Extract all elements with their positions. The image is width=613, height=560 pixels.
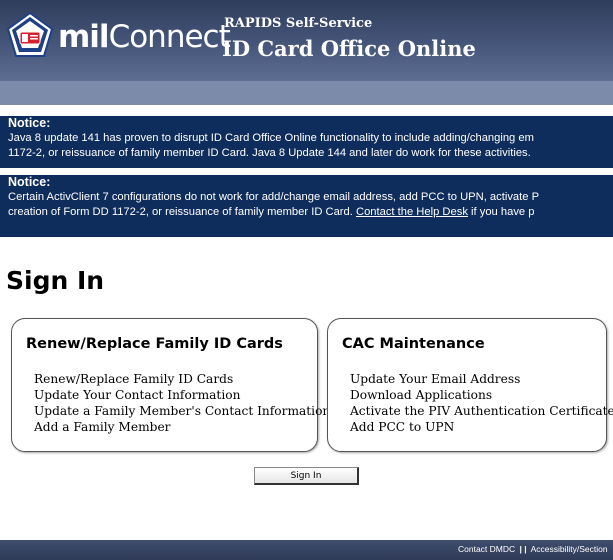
contact-dmdc-link[interactable]: Contact DMDC [458,544,515,554]
signin-heading: Sign In [6,266,105,295]
notice-title: Notice: [8,175,51,189]
task-update-family-contact-info[interactable]: Update a Family Member's Contact Informa… [34,403,330,419]
notice-title: Notice: [8,116,51,130]
app-header: milConnect RAPIDS Self-Service ID Card O… [0,0,613,81]
footer-separator: | | [519,544,527,554]
task-download-applications[interactable]: Download Applications [350,387,613,403]
header-subbar [0,81,613,105]
footer-links: Contact DMDC | | Accessibility/Section [458,544,608,554]
notice-java: Notice: Java 8 update 141 has proven to … [0,116,613,168]
panel-heading: Renew/Replace Family ID Cards [26,336,283,352]
logo-bold-text: mil [58,19,110,55]
accessibility-link[interactable]: Accessibility/Section [531,544,608,554]
panel-family-id-cards: Renew/Replace Family ID Cards Renew/Repl… [11,318,330,452]
task-renew-replace-family-id[interactable]: Renew/Replace Family ID Cards [34,371,330,387]
task-activate-piv-cert[interactable]: Activate the PIV Authentication Certific… [350,403,613,419]
notice-text-line: 1172-2, or reissuance of family member I… [8,147,531,159]
pentagon-badge-icon[interactable] [6,11,54,58]
task-add-pcc-to-upn[interactable]: Add PCC to UPN [350,419,613,435]
header-subtitle: RAPIDS Self-Service [224,16,373,31]
task-update-email[interactable]: Update Your Email Address [350,371,613,387]
notice-activclient: Notice: Certain ActivClient 7 configurat… [0,175,613,237]
notice-text-segment: creation of Form DD 1172-2, or reissuanc… [8,206,356,218]
panel-task-list: Update Your Email Address Download Appli… [350,371,613,435]
page-title: ID Card Office Online [222,36,476,61]
page-footer: Contact DMDC | | Accessibility/Section [0,540,613,560]
notice-text-line: Certain ActivClient 7 configurations do … [8,191,540,203]
notice-text-segment: if you have p [467,206,535,218]
milconnect-logo[interactable]: milConnect [58,17,231,57]
logo-thin-text: Connect [108,19,231,55]
panel-cac-maintenance: CAC Maintenance Update Your Email Addres… [327,318,613,452]
notice-text-line: Java 8 update 141 has proven to disrupt … [8,132,534,144]
notice-text-line: creation of Form DD 1172-2, or reissuanc… [0,205,613,220]
sign-in-button[interactable]: Sign In [254,467,359,485]
task-update-contact-info[interactable]: Update Your Contact Information [34,387,330,403]
task-add-family-member[interactable]: Add a Family Member [34,419,330,435]
help-desk-link[interactable]: Contact the Help Desk [356,206,468,218]
panel-heading: CAC Maintenance [342,336,485,352]
panel-task-list: Renew/Replace Family ID Cards Update You… [34,371,330,435]
